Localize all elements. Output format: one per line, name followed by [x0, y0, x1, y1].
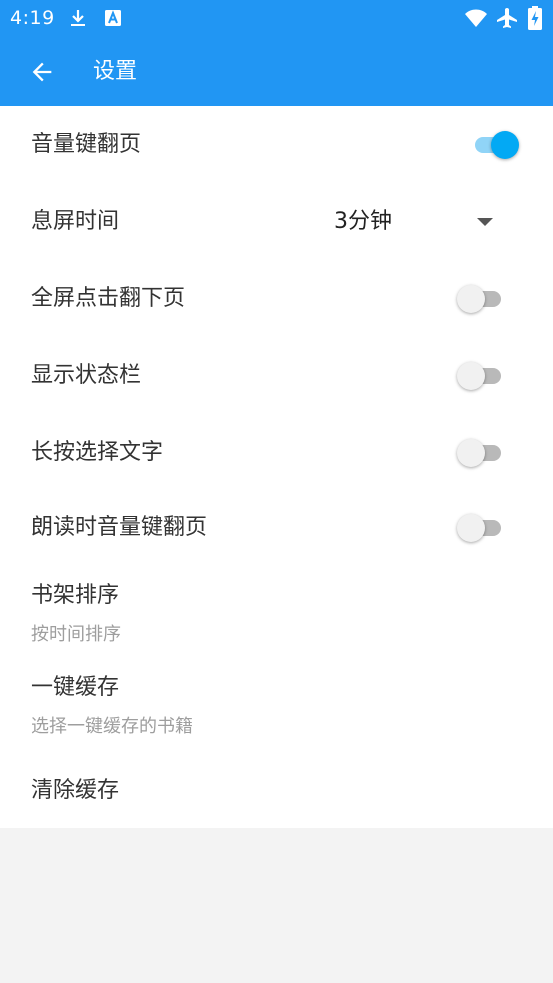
setting-summary: 按时间排序 — [31, 624, 121, 645]
setting-label: 音量键翻页 — [31, 132, 142, 157]
setting-screen-timeout[interactable]: 息屏时间 3分钟 — [0, 183, 553, 260]
show-status-bar-switch[interactable] — [455, 355, 507, 395]
setting-volume-key-page[interactable]: 音量键翻页 — [0, 106, 553, 183]
setting-label: 书架排序 — [31, 583, 120, 608]
setting-long-press-select[interactable]: 长按选择文字 — [0, 414, 553, 491]
setting-read-aloud-volume-page[interactable]: 朗读时音量键翻页 — [0, 491, 553, 568]
text-a-icon — [105, 10, 121, 26]
setting-label: 显示状态栏 — [31, 363, 142, 388]
switch-thumb — [457, 285, 485, 313]
setting-label: 清除缓存 — [31, 778, 120, 803]
setting-label: 朗读时音量键翻页 — [31, 515, 208, 540]
setting-label: 长按选择文字 — [31, 440, 164, 465]
dropdown-arrow-icon[interactable] — [472, 209, 498, 235]
status-bar: 4:19 — [0, 0, 553, 37]
download-icon — [71, 10, 85, 26]
setting-one-key-cache[interactable]: 一键缓存 选择一键缓存的书籍 — [0, 660, 553, 752]
triangle-down-icon — [477, 218, 493, 226]
back-button[interactable] — [22, 52, 62, 92]
setting-label: 一键缓存 — [31, 675, 120, 700]
arrow-left-icon — [32, 62, 52, 82]
page-title: 设置 — [93, 59, 138, 84]
settings-list: 音量键翻页 息屏时间 3分钟 全屏点击翻下页 显示状态栏 长按选择文字 朗读时音… — [0, 106, 553, 828]
setting-summary: 选择一键缓存的书籍 — [31, 716, 193, 737]
screen-timeout-value[interactable]: 3分钟 — [334, 207, 392, 237]
battery-charging-icon — [528, 6, 542, 30]
setting-label: 息屏时间 — [31, 209, 120, 234]
switch-thumb — [457, 439, 485, 467]
setting-clear-cache[interactable]: 清除缓存 — [0, 752, 553, 828]
status-time: 4:19 — [10, 7, 55, 29]
app-bar: 设置 — [0, 37, 553, 106]
long-press-select-switch[interactable] — [455, 432, 507, 472]
airplane-icon — [497, 8, 517, 28]
fullscreen-tap-next-switch[interactable] — [455, 278, 507, 318]
setting-fullscreen-tap-next[interactable]: 全屏点击翻下页 — [0, 260, 553, 337]
switch-thumb — [457, 362, 485, 390]
switch-thumb — [457, 514, 485, 542]
setting-bookshelf-sort[interactable]: 书架排序 按时间排序 — [0, 568, 553, 660]
settings-screen: 4:19 设置 音量键翻页 息屏时间 3分钟 全屏点击翻下页 显示状态栏 长按选… — [0, 0, 553, 983]
read-aloud-volume-page-switch[interactable] — [455, 507, 507, 547]
wifi-icon — [465, 9, 487, 27]
setting-label: 全屏点击翻下页 — [31, 286, 186, 311]
volume-key-page-switch[interactable] — [465, 124, 519, 164]
switch-thumb — [491, 131, 519, 159]
setting-show-status-bar[interactable]: 显示状态栏 — [0, 337, 553, 414]
